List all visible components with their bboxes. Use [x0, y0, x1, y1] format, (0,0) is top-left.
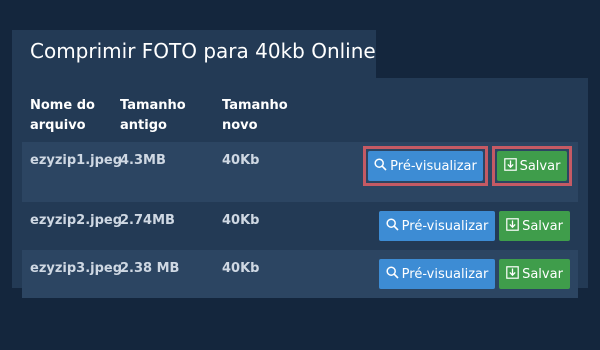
new-size: 40Kb — [222, 213, 260, 228]
column-header-name: Nome do arquivo — [30, 98, 95, 133]
download-icon — [503, 157, 517, 175]
page-title: Comprimir FOTO para 40kb Online — [30, 39, 376, 63]
table-row: ezyzip3.jpeg 2.38 MB 40Kb Pré-visualizar… — [22, 250, 578, 298]
table-row: ezyzip2.jpeg 2.74MB 40Kb Pré-visualizar … — [22, 202, 578, 250]
title-tab: Comprimir FOTO para 40kb Online — [12, 30, 376, 78]
preview-button[interactable]: Pré-visualizar — [379, 259, 495, 289]
download-icon — [506, 265, 519, 283]
column-header-new-size: Tamanho novo — [222, 98, 288, 133]
file-name: ezyzip3.jpeg — [30, 261, 123, 276]
file-name: ezyzip1.jpeg — [30, 153, 123, 168]
download-icon — [506, 217, 519, 235]
save-label: Salvar — [522, 218, 563, 234]
new-size: 40Kb — [222, 261, 260, 276]
table-row: ezyzip1.jpeg 4.3MB 40Kb Pré-visualizar S… — [22, 142, 578, 202]
preview-label: Pré-visualizar — [390, 158, 477, 174]
search-icon — [374, 157, 387, 175]
new-size: 40Kb — [222, 153, 260, 168]
save-label: Salvar — [519, 158, 561, 174]
file-table: Nome do arquivo Tamanho antigo Tamanho n… — [22, 90, 578, 298]
save-button[interactable]: Salvar — [499, 259, 570, 289]
results-panel: Nome do arquivo Tamanho antigo Tamanho n… — [12, 78, 588, 298]
preview-button[interactable]: Pré-visualizar — [379, 211, 495, 241]
table-header: Nome do arquivo Tamanho antigo Tamanho n… — [22, 90, 578, 142]
search-icon — [386, 217, 399, 235]
save-button[interactable]: Salvar — [499, 211, 570, 241]
column-header-old-size: Tamanho antigo — [120, 98, 186, 133]
preview-label: Pré-visualizar — [401, 266, 489, 282]
save-button[interactable]: Salvar — [497, 151, 567, 181]
old-size: 2.38 MB — [120, 261, 180, 276]
old-size: 2.74MB — [120, 213, 175, 228]
search-icon — [386, 265, 399, 283]
file-name: ezyzip2.jpeg — [30, 213, 123, 228]
preview-label: Pré-visualizar — [401, 218, 489, 234]
save-label: Salvar — [522, 266, 563, 282]
preview-button[interactable]: Pré-visualizar — [368, 151, 483, 181]
old-size: 4.3MB — [120, 153, 166, 168]
